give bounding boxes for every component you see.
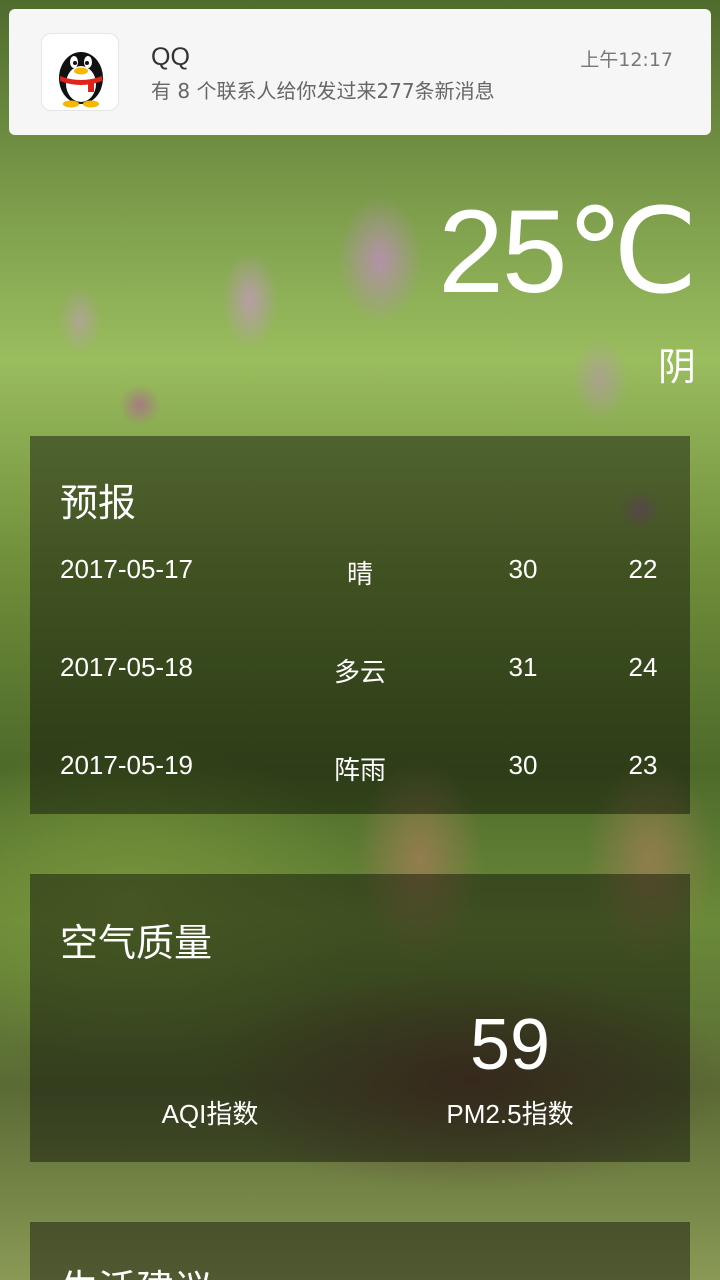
forecast-min-temp: 24 (628, 652, 658, 682)
forecast-max-temp: 30 (508, 554, 538, 584)
forecast-condition: 多云 (333, 658, 386, 688)
notification-time: 上午12:17 (580, 49, 673, 71)
qq-penguin-icon (41, 33, 119, 111)
forecast-max-temp: 30 (508, 750, 538, 780)
aqi-label: AQI指数 (161, 1099, 259, 1129)
air-quality-title: 空气质量 (60, 921, 213, 965)
forecast-title: 预报 (60, 481, 137, 525)
forecast-date: 2017-05-17 (60, 554, 193, 584)
air-quality-card: 空气质量 AQI指数 59 PM2.5指数 (30, 874, 690, 1162)
forecast-max-temp: 31 (508, 652, 538, 682)
current-temperature: 25℃ (438, 186, 698, 318)
forecast-date: 2017-05-19 (60, 750, 193, 780)
forecast-card: 预报 2017-05-17 晴 30 22 2017-05-18 多云 31 2… (30, 436, 690, 814)
current-condition: 阴 (657, 345, 696, 389)
suggestion-title: 生活建议 (60, 1258, 212, 1280)
forecast-row: 2017-05-17 晴 30 22 (30, 554, 690, 594)
forecast-condition: 阵雨 (333, 756, 386, 786)
notification-app-name: QQ (151, 43, 190, 71)
forecast-row: 2017-05-19 阵雨 30 23 (30, 750, 690, 790)
forecast-min-temp: 22 (628, 554, 658, 584)
forecast-min-temp: 23 (628, 750, 658, 780)
qq-notification[interactable]: QQ 有 8 个联系人给你发过来277条新消息 上午12:17 (9, 9, 711, 135)
forecast-condition: 晴 (346, 560, 373, 590)
pm25-label: PM2.5指数 (446, 1099, 574, 1129)
pm25-value: 59 (469, 1005, 551, 1085)
suggestion-card: 生活建议 (30, 1222, 690, 1280)
forecast-row: 2017-05-18 多云 31 24 (30, 652, 690, 692)
notification-message: 有 8 个联系人给你发过来277条新消息 (151, 79, 495, 103)
forecast-date: 2017-05-18 (60, 652, 193, 682)
